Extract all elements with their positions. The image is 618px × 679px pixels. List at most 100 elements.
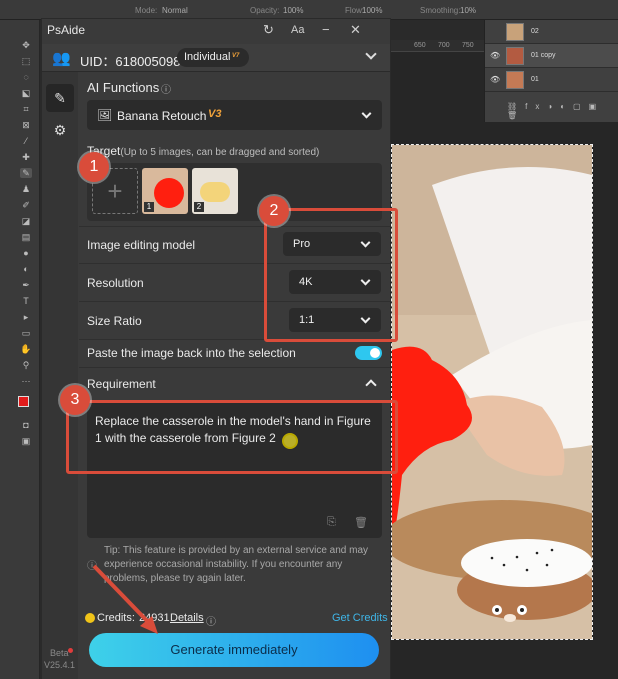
ruler-tick: 700 [438, 42, 450, 49]
ruler-tick: 750 [462, 42, 474, 49]
callout-box-2 [264, 208, 398, 342]
move-tool-icon[interactable]: ✥ [20, 40, 32, 50]
red-selection [154, 178, 184, 208]
account-type-badge: Individual V7 [177, 48, 249, 67]
quick-mask-icon[interactable]: ◘ [20, 420, 32, 430]
eraser-icon[interactable]: ◪ [20, 216, 32, 226]
layers-panel: 02 👁 01 copy 👁 01 ⛓fx◑◐▢▣🗑 [484, 20, 618, 122]
layer-thumbnail [506, 23, 524, 41]
target-image-1[interactable]: 1 [142, 168, 188, 214]
account-version: V7 [232, 53, 240, 59]
model-label: Image editing model [87, 238, 196, 252]
casserole-shape [200, 182, 230, 202]
path-select-icon[interactable]: ▸ [20, 312, 32, 322]
flow-value[interactable]: 100% [362, 6, 382, 15]
eye-icon[interactable]: 👁 [490, 51, 500, 60]
eyedropper-icon[interactable]: ⁄ [20, 136, 32, 146]
lasso-tool-icon[interactable]: ◌ [20, 72, 32, 82]
callout-box-3 [66, 400, 398, 474]
image-icon: 🖼 [97, 108, 113, 122]
beta-dot [68, 648, 73, 653]
close-icon[interactable]: ✕ [350, 22, 361, 38]
ruler: 650 700 750 [380, 40, 484, 52]
type-tool-icon[interactable]: T [20, 296, 32, 306]
beta-label: Beta [50, 648, 69, 658]
requirement-label: Requirement [87, 377, 156, 391]
blur-tool-icon[interactable]: ● [20, 248, 32, 258]
trash-icon[interactable]: 🗑 [354, 516, 368, 529]
history-icon[interactable]: ⎘ [327, 516, 336, 529]
get-credits-link[interactable]: Get Credits [332, 612, 388, 624]
object-select-icon[interactable]: ⬕ [20, 88, 32, 98]
layer-thumbnail [506, 71, 524, 89]
smoothing-value[interactable]: 10% [460, 6, 476, 15]
hand-tool-icon[interactable]: ✋ [20, 344, 32, 354]
gradient-icon[interactable]: ▤ [20, 232, 32, 242]
target-heading: Target(Up to 5 images, can be dragged an… [87, 144, 319, 158]
settings-gear-icon[interactable]: ⚙ [46, 116, 74, 144]
tools-panel: ✥ ⬚ ◌ ⬕ ⌗ ⊠ ⁄ ✚ ✎ ♟ ✐ ◪ ▤ ● ◐ ✒ T ▸ ▭ ✋ … [0, 20, 40, 679]
account-bar: 👥 UID：618005098 Individual V7 [42, 44, 390, 72]
mode-label: Mode: [135, 6, 158, 15]
divider [79, 367, 390, 368]
resolution-label: Resolution [87, 276, 144, 290]
users-icon: 👥 [52, 50, 71, 67]
image-number: 2 [194, 202, 204, 212]
healing-brush-icon[interactable]: ✚ [20, 152, 32, 162]
font-size-icon[interactable]: Aa [291, 24, 304, 36]
account-type: Individual [184, 51, 231, 63]
image-number: 1 [144, 202, 154, 212]
details-link[interactable]: Details [170, 612, 204, 624]
info-icon[interactable]: ⓘ [206, 613, 216, 628]
arrow-annotation [92, 564, 158, 634]
dodge-tool-icon[interactable]: ◐ [20, 264, 32, 274]
eye-icon[interactable]: 👁 [490, 75, 500, 84]
uid-text: UID：618005098 [80, 54, 181, 69]
paste-back-toggle[interactable] [355, 346, 382, 360]
frame-tool-icon[interactable]: ⊠ [20, 120, 32, 130]
edit-tab-icon[interactable]: ✎ [46, 84, 74, 112]
shape-tool-icon[interactable]: ▭ [20, 328, 32, 338]
zoom-tool-icon[interactable]: ⚲ [20, 360, 32, 370]
photo-illustration [392, 145, 592, 639]
more-tools-icon[interactable]: ··· [20, 376, 32, 386]
version-label: V25.4.1 [44, 660, 76, 670]
canvas-photo[interactable] [391, 144, 593, 640]
layer-actions[interactable]: ⛓fx◑◐▢▣🗑 [485, 102, 618, 120]
panel-title: PsAide [47, 23, 86, 37]
info-icon[interactable]: ⓘ [161, 81, 171, 96]
toggle-knob [370, 348, 380, 358]
brush-tool-icon[interactable]: ✎ [20, 168, 32, 178]
callout-1: 1 [79, 152, 109, 182]
layer-row[interactable]: 02 [485, 20, 618, 44]
ai-function-badge: V3 [208, 108, 222, 120]
options-bar: Mode: Normal Opacity: 100% Flow: 100% Sm… [0, 0, 618, 20]
chevron-down-icon[interactable] [365, 48, 377, 60]
pen-tool-icon[interactable]: ✒ [20, 280, 32, 290]
panel-sidebar: ✎ ⚙ Beta V25.4.1 [42, 72, 78, 679]
layer-row[interactable]: 👁 01 copy [485, 44, 618, 68]
crop-tool-icon[interactable]: ⌗ [20, 104, 32, 114]
ai-function-value: Banana Retouch [117, 109, 207, 123]
mode-select[interactable]: Normal [162, 6, 188, 15]
refresh-icon[interactable]: ↻ [263, 22, 274, 38]
screen-mode-icon[interactable]: ▣ [20, 436, 32, 446]
target-hint: (Up to 5 images, can be dragged and sort… [120, 147, 320, 158]
ai-function-select[interactable]: 🖼 Banana Retouch V3 [87, 100, 382, 130]
opacity-value[interactable]: 100% [283, 6, 303, 15]
history-brush-icon[interactable]: ✐ [20, 200, 32, 210]
opacity-label: Opacity: [250, 6, 280, 15]
size-ratio-label: Size Ratio [87, 314, 142, 328]
layer-name: 02 [531, 28, 539, 35]
target-image-2[interactable]: 2 [192, 168, 238, 214]
layer-thumbnail [506, 47, 524, 65]
ai-functions-label: AI Functions [87, 80, 160, 95]
minimize-icon[interactable]: − [322, 22, 330, 37]
ruler-tick: 650 [414, 42, 426, 49]
layer-row[interactable]: 👁 01 [485, 68, 618, 92]
foreground-color-swatch[interactable] [18, 396, 29, 407]
marquee-tool-icon[interactable]: ⬚ [20, 56, 32, 66]
chevron-down-icon [361, 108, 372, 119]
stamp-tool-icon[interactable]: ♟ [20, 184, 32, 194]
smoothing-label: Smoothing: [420, 6, 461, 15]
